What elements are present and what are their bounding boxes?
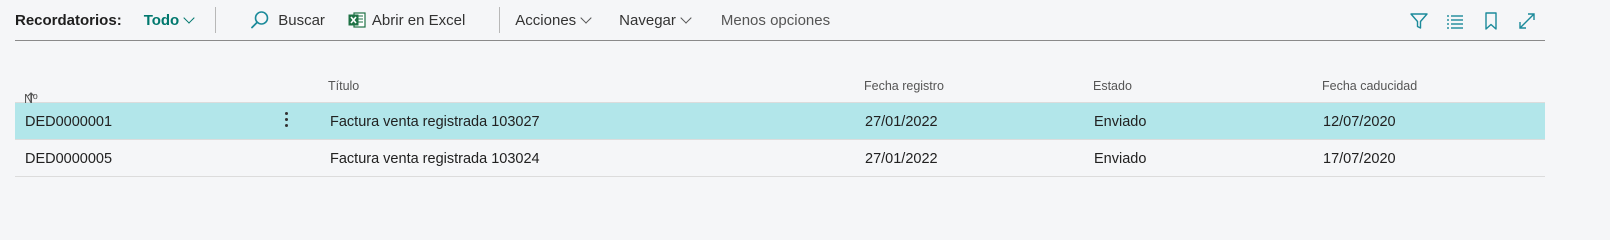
view-selector[interactable]: Todo bbox=[143, 11, 195, 29]
separator bbox=[215, 7, 217, 33]
expand-icon[interactable] bbox=[1509, 11, 1545, 31]
chevron-down-icon bbox=[580, 11, 592, 24]
search-label: Buscar bbox=[278, 11, 325, 29]
toolbar-icons bbox=[1401, 0, 1545, 41]
reminders-table: Nº Título Fecha registro Estado Fecha ca… bbox=[15, 66, 1545, 177]
column-header-due-date[interactable]: Fecha caducidad bbox=[1322, 79, 1417, 93]
cell-no[interactable]: DED0000001 bbox=[25, 114, 112, 130]
navigate-label: Navegar bbox=[619, 11, 676, 29]
actions-label: Acciones bbox=[515, 11, 577, 29]
open-in-excel-button[interactable]: Abrir en Excel bbox=[348, 11, 465, 29]
column-header-posting-date[interactable]: Fecha registro bbox=[864, 79, 944, 93]
chevron-down-icon bbox=[680, 11, 692, 24]
actions-menu[interactable]: Acciones bbox=[515, 11, 592, 29]
more-options-icon[interactable] bbox=[283, 112, 289, 130]
view-label: Todo bbox=[143, 11, 180, 29]
separator bbox=[499, 7, 501, 33]
cell-title: Factura venta registrada 103027 bbox=[330, 114, 540, 130]
excel-label: Abrir en Excel bbox=[371, 11, 466, 29]
cell-due-date: 17/07/2020 bbox=[1323, 151, 1396, 167]
cell-status: Enviado bbox=[1094, 114, 1147, 130]
table-row[interactable]: DED0000001 Factura venta registrada 1030… bbox=[15, 103, 1545, 140]
navigate-menu[interactable]: Navegar bbox=[619, 11, 692, 29]
less-options-button[interactable]: Menos opciones bbox=[721, 12, 830, 29]
page-title: Recordatorios: bbox=[15, 11, 122, 29]
cell-no[interactable]: DED0000005 bbox=[25, 151, 112, 167]
cell-due-date: 12/07/2020 bbox=[1323, 114, 1396, 130]
search-button[interactable]: Buscar bbox=[250, 10, 325, 30]
cell-posting-date: 27/01/2022 bbox=[865, 114, 938, 130]
action-bar: Recordatorios: Todo Buscar Abrir en Exce… bbox=[15, 0, 1545, 41]
filter-icon[interactable] bbox=[1401, 11, 1437, 31]
less-options-label: Menos opciones bbox=[720, 11, 831, 29]
excel-icon bbox=[348, 11, 366, 29]
search-icon bbox=[250, 10, 270, 30]
list-icon[interactable] bbox=[1437, 11, 1473, 31]
chevron-down-icon bbox=[183, 11, 195, 24]
column-header-status[interactable]: Estado bbox=[1093, 79, 1132, 93]
column-header-title[interactable]: Título bbox=[328, 79, 359, 93]
cell-status: Enviado bbox=[1094, 151, 1147, 167]
bookmark-icon[interactable] bbox=[1473, 11, 1509, 31]
cell-posting-date: 27/01/2022 bbox=[865, 151, 938, 167]
cell-title: Factura venta registrada 103024 bbox=[330, 151, 540, 167]
table-header: Nº Título Fecha registro Estado Fecha ca… bbox=[15, 66, 1545, 106]
table-row[interactable]: DED0000005 Factura venta registrada 1030… bbox=[15, 140, 1545, 177]
